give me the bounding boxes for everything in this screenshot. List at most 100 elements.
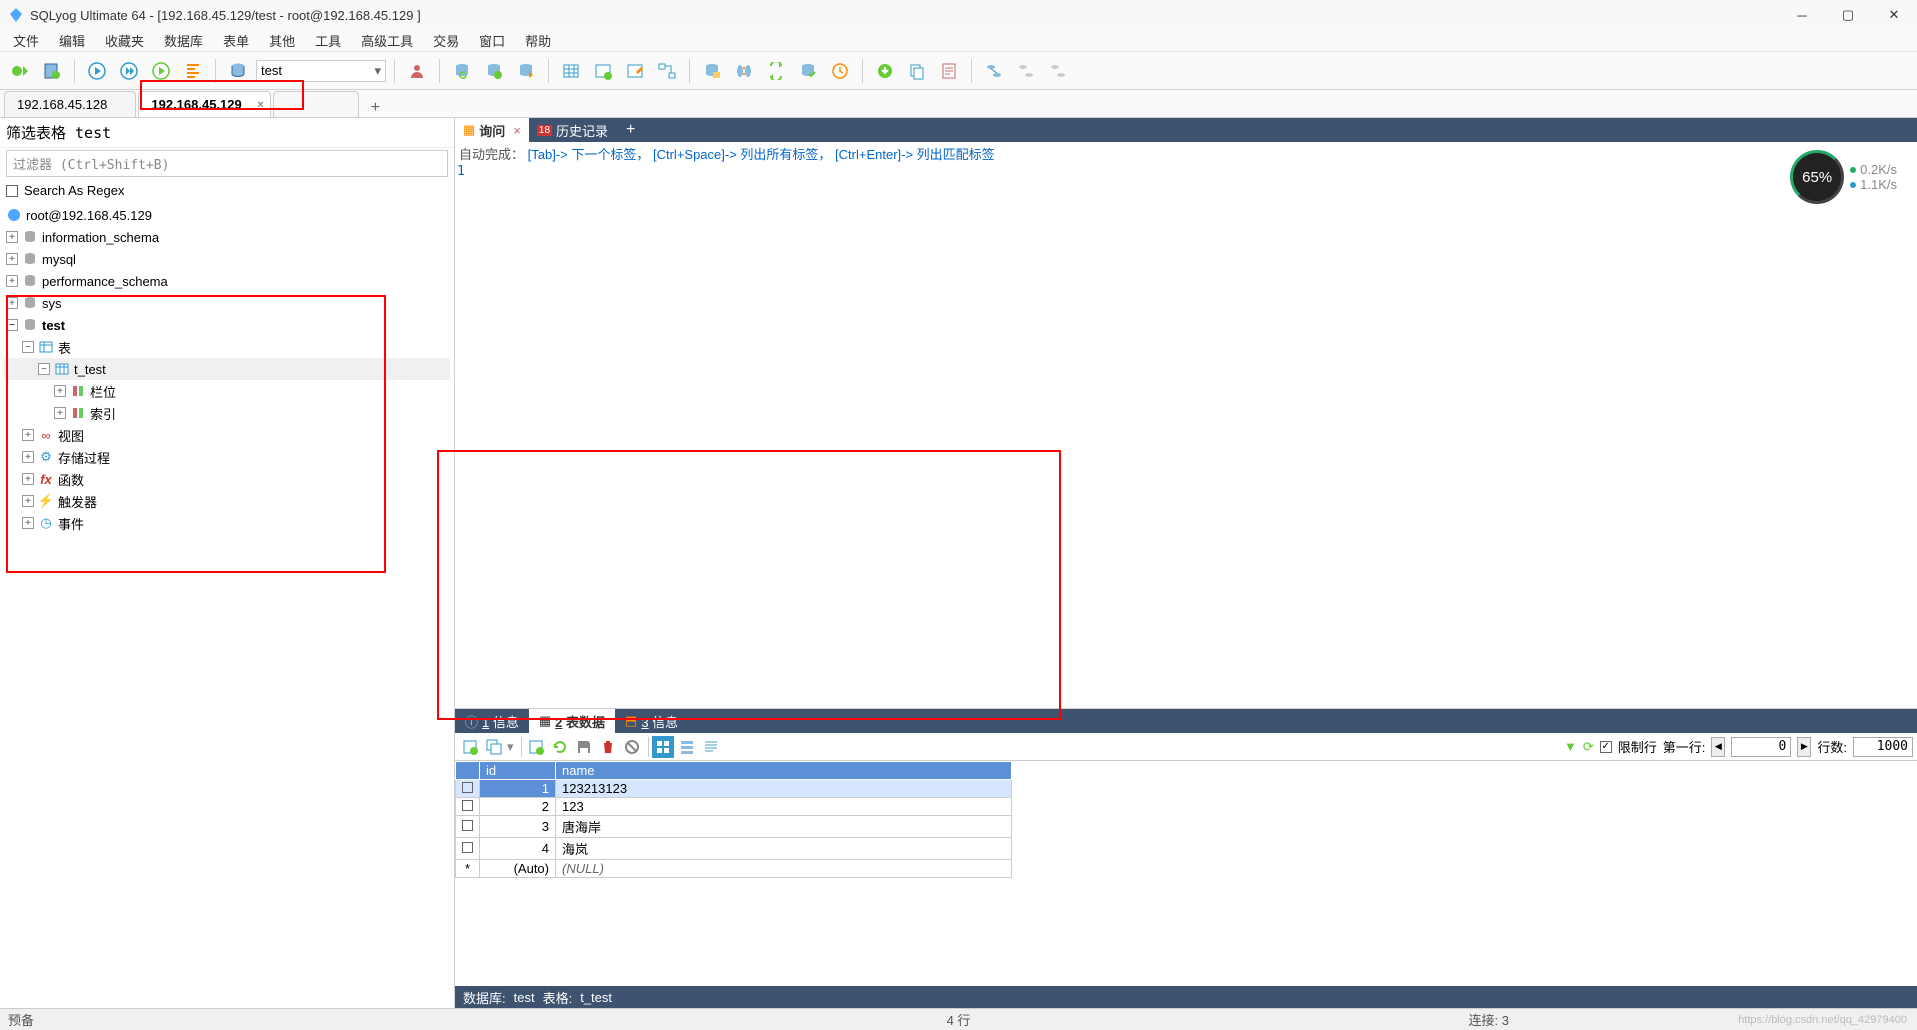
refresh-db-icon[interactable] [448, 57, 476, 85]
menu-window[interactable]: 窗口 [472, 31, 512, 50]
dup-row-icon[interactable] [483, 736, 505, 758]
first-row-next[interactable]: ▶ [1797, 737, 1811, 757]
table-row[interactable]: 1123213123 [456, 780, 1012, 798]
tree-triggers[interactable]: +⚡触发器 [4, 490, 450, 512]
regex-row[interactable]: Search As Regex [0, 179, 454, 202]
form-view-icon[interactable] [676, 736, 698, 758]
execute-all-icon[interactable] [115, 57, 143, 85]
filter-icon[interactable]: ▼ [1564, 739, 1577, 754]
backup-icon[interactable] [698, 57, 726, 85]
table-row-new[interactable]: *(Auto)(NULL) [456, 860, 1012, 878]
sql-editor[interactable]: 自动完成： [Tab]-> 下一个标签， [Ctrl+Space]-> 列出所有… [455, 142, 1917, 708]
menu-edit[interactable]: 编辑 [52, 31, 92, 50]
row-checkbox[interactable] [462, 782, 473, 793]
regex-checkbox[interactable] [6, 185, 18, 197]
row-checkbox[interactable] [462, 820, 473, 831]
tree-events[interactable]: +◷事件 [4, 512, 450, 534]
col-id[interactable]: id [480, 762, 556, 780]
close-query-tab[interactable]: × [513, 123, 521, 138]
refresh-limit-icon[interactable]: ⟳ [1583, 739, 1594, 755]
tree-funcs[interactable]: +fx函数 [4, 468, 450, 490]
col-name[interactable]: name [556, 762, 1012, 780]
delete-row-icon[interactable] [597, 736, 619, 758]
tree-root[interactable]: root@192.168.45.129 [4, 204, 450, 226]
table-row[interactable]: 3唐海岸 [456, 816, 1012, 838]
import-icon[interactable] [871, 57, 899, 85]
minimize-button[interactable]: ─ [1779, 0, 1825, 30]
new-connection-icon[interactable] [6, 57, 34, 85]
menu-fav[interactable]: 收藏夹 [98, 31, 151, 50]
tree-tables-node[interactable]: −表 [4, 336, 450, 358]
row-count-input[interactable] [1853, 737, 1913, 757]
tree-table-t-test[interactable]: −t_test [4, 358, 450, 380]
menu-table[interactable]: 表单 [216, 31, 256, 50]
menu-database[interactable]: 数据库 [157, 31, 210, 50]
migration-2-icon[interactable] [1012, 57, 1040, 85]
query-tab-history[interactable]: 18 历史记录 [529, 118, 616, 142]
first-row-input[interactable] [1731, 737, 1791, 757]
text-view-icon[interactable] [700, 736, 722, 758]
db-create-icon[interactable] [480, 57, 508, 85]
row-checkbox[interactable] [462, 800, 473, 811]
relations-icon[interactable] [653, 57, 681, 85]
toggle-grid-icon[interactable] [525, 736, 547, 758]
migration-3-icon[interactable] [1044, 57, 1072, 85]
table-icon[interactable] [557, 57, 585, 85]
database-dropdown[interactable]: test ▾ [256, 60, 386, 82]
menu-other[interactable]: 其他 [262, 31, 302, 50]
tree-db-perf-schema[interactable]: +performance_schema [4, 270, 450, 292]
table-row[interactable]: 2123 [456, 798, 1012, 816]
menu-powertools[interactable]: 高级工具 [354, 31, 420, 50]
schedule-icon[interactable] [826, 57, 854, 85]
connection-tab-1[interactable]: 192.168.45.128 [4, 91, 136, 117]
sync-icon[interactable] [730, 57, 758, 85]
cancel-icon[interactable] [621, 736, 643, 758]
data-grid[interactable]: id name 1123213123 2123 3唐海岸 4海岚 *(Auto)… [455, 761, 1917, 986]
copy-db-icon[interactable] [903, 57, 931, 85]
limit-checkbox[interactable]: ✓ [1600, 741, 1612, 753]
format-icon[interactable] [179, 57, 207, 85]
execute-icon[interactable] [83, 57, 111, 85]
add-query-tab[interactable]: + [616, 121, 645, 139]
user-icon[interactable] [403, 57, 431, 85]
result-tab-info1[interactable]: ⓘ1 信息 [455, 709, 529, 733]
db-export-icon[interactable] [512, 57, 540, 85]
tree-procs[interactable]: +⚙存储过程 [4, 446, 450, 468]
grid-view-icon[interactable] [652, 736, 674, 758]
table-new-icon[interactable] [589, 57, 617, 85]
row-checkbox[interactable] [462, 842, 473, 853]
menu-tools[interactable]: 工具 [308, 31, 348, 50]
menu-transaction[interactable]: 交易 [426, 31, 466, 50]
new-query-icon[interactable] [38, 57, 66, 85]
sync-struct-icon[interactable] [762, 57, 790, 85]
db-icon[interactable] [224, 57, 252, 85]
menu-help[interactable]: 帮助 [518, 31, 558, 50]
tree-db-test[interactable]: −test [4, 314, 450, 336]
tree-db-sys[interactable]: +sys [4, 292, 450, 314]
menu-file[interactable]: 文件 [6, 31, 46, 50]
close-tab-icon[interactable]: × [257, 99, 263, 111]
table-edit-icon[interactable] [621, 57, 649, 85]
query-tab-ask[interactable]: ▦ 询问 × [455, 118, 529, 142]
first-row-prev[interactable]: ◀ [1711, 737, 1725, 757]
tree-db-info-schema[interactable]: +information_schema [4, 226, 450, 248]
migration-1-icon[interactable] [980, 57, 1008, 85]
connection-tab-blank[interactable] [273, 91, 359, 117]
result-tab-info2[interactable]: ⬒3 信息 [615, 709, 688, 733]
filter-input[interactable]: 过滤器 (Ctrl+Shift+B) [6, 150, 448, 177]
add-connection-button[interactable]: + [361, 99, 390, 117]
db-check-icon[interactable] [794, 57, 822, 85]
save-icon[interactable] [573, 736, 595, 758]
refresh-result-icon[interactable] [549, 736, 571, 758]
result-tab-data[interactable]: ▦2 表数据 [529, 709, 615, 733]
add-row-icon[interactable] [459, 736, 481, 758]
execute-edit-icon[interactable] [147, 57, 175, 85]
report-icon[interactable] [935, 57, 963, 85]
tree-db-mysql[interactable]: +mysql [4, 248, 450, 270]
table-row[interactable]: 4海岚 [456, 838, 1012, 860]
close-button[interactable]: ✕ [1871, 0, 1917, 30]
connection-tab-2[interactable]: 192.168.45.129 × [138, 91, 270, 117]
tree-columns[interactable]: +栏位 [4, 380, 450, 402]
tree-views[interactable]: +∞视图 [4, 424, 450, 446]
maximize-button[interactable]: ▢ [1825, 0, 1871, 30]
